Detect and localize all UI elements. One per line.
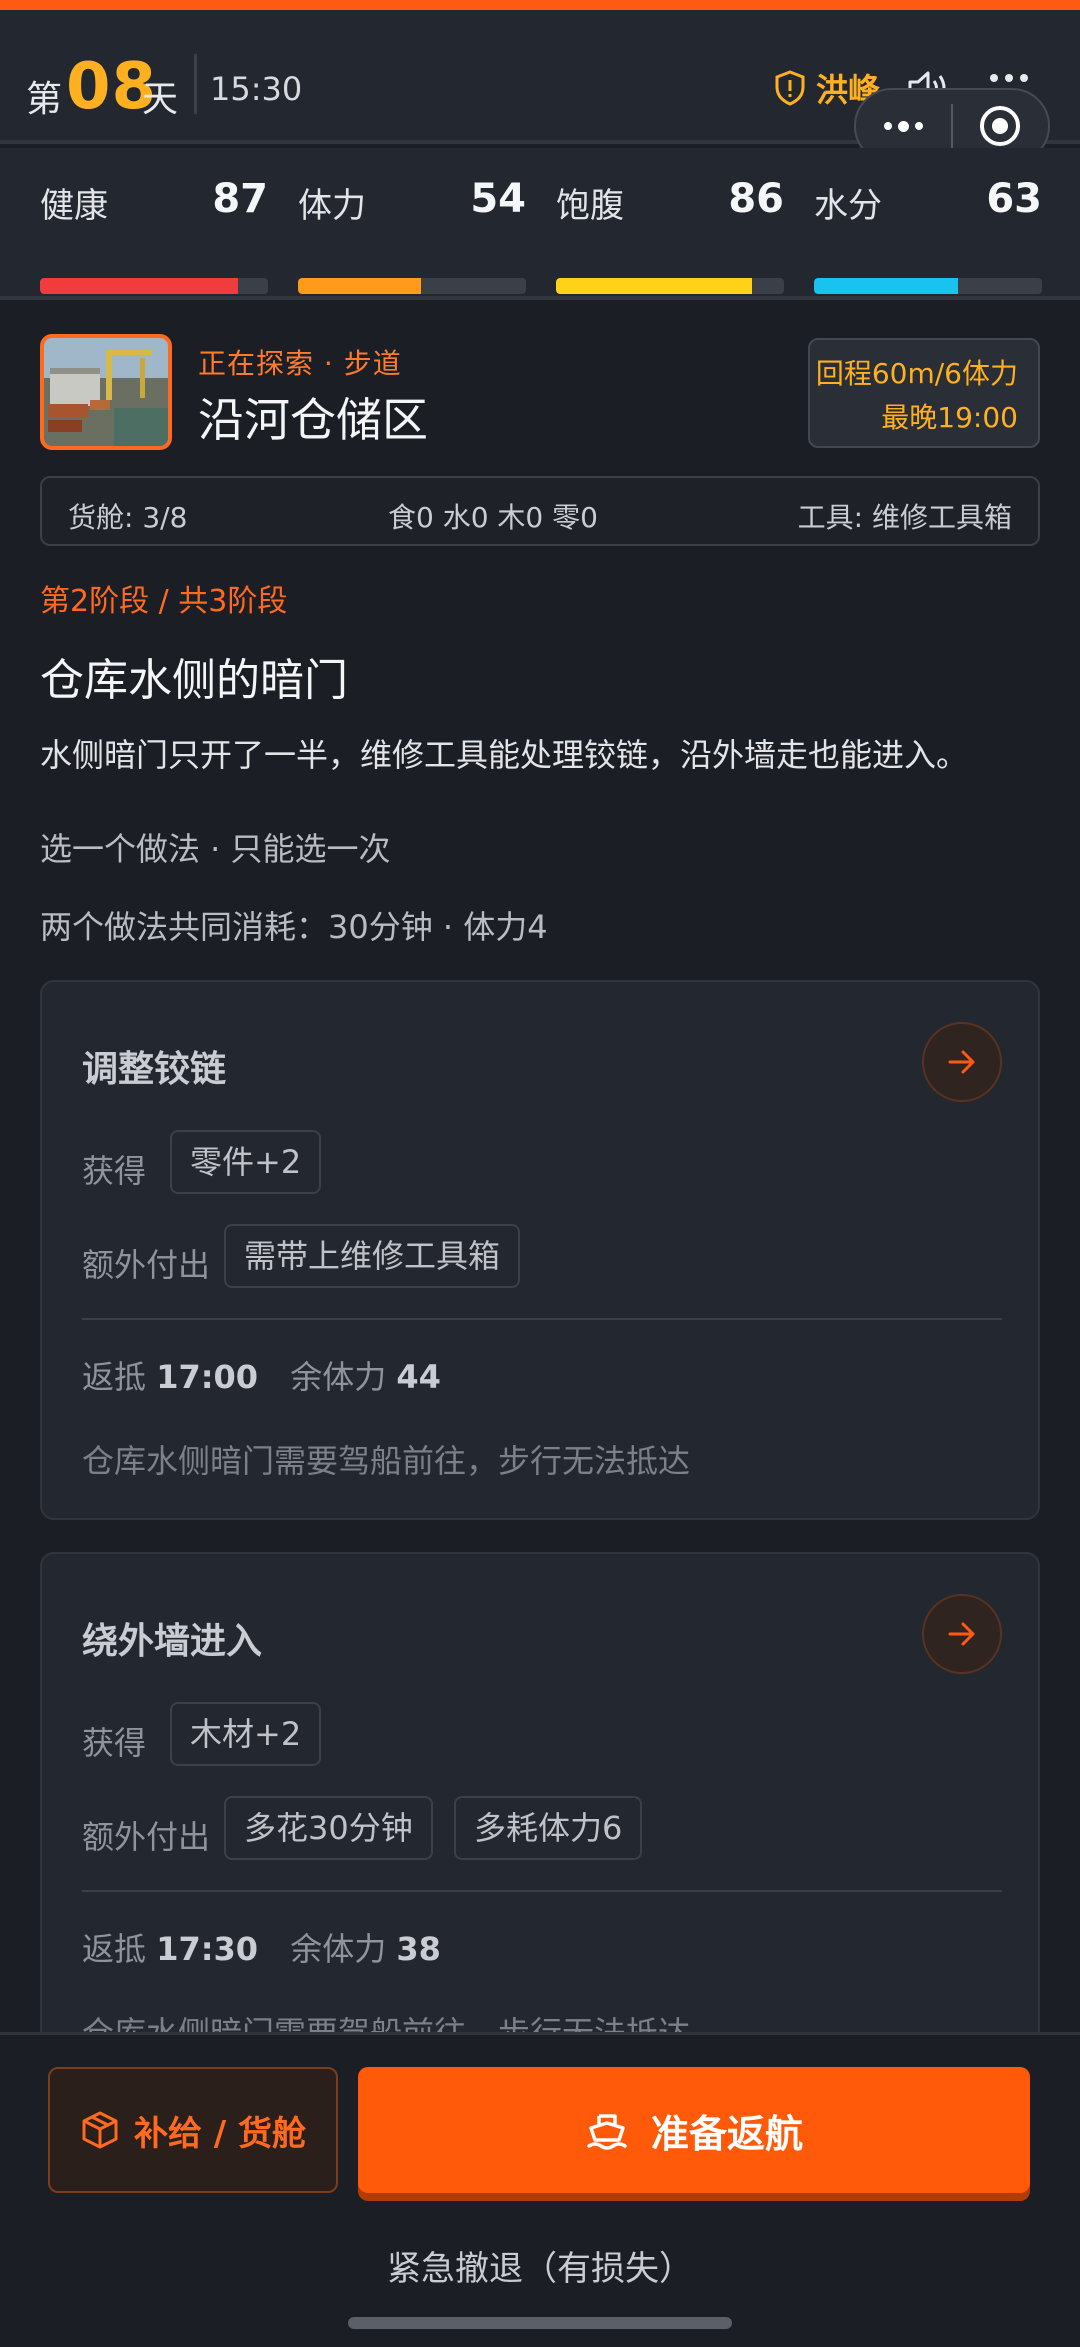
- stat-value: 86: [728, 176, 784, 222]
- event-description: 水侧暗门只开了一半，维修工具能处理铰链，沿外墙走也能进入。: [40, 736, 969, 774]
- cargo-hold: 货舱: 3/8: [68, 501, 188, 534]
- extra-cost-label: 额外付出: [82, 1818, 211, 1856]
- header-divider: [194, 54, 197, 114]
- stamina-label: 余体力: [290, 1358, 387, 1396]
- day-prefix: 第: [26, 79, 63, 120]
- top-accent-bar: [0, 0, 1080, 10]
- day-suffix: 天: [142, 79, 179, 120]
- cargo-tool: 工具: 维修工具箱: [797, 501, 1012, 534]
- stat-bar: [40, 278, 268, 294]
- location-name: 沿河仓储区: [198, 393, 428, 447]
- stat-bar-fill: [40, 278, 239, 294]
- exploring-tag: 正在探索 · 步道: [198, 347, 402, 380]
- return-meta: 返抵 17:30 余体力 38: [82, 1924, 441, 1970]
- supply-cargo-button[interactable]: 补给 / 货舱: [48, 2067, 338, 2193]
- return-label: 返抵: [82, 1358, 147, 1396]
- stat-label: 水分: [814, 186, 882, 226]
- option-title: 绕外墙进入: [82, 1621, 263, 1662]
- prepare-return-button[interactable]: 准备返航: [358, 2067, 1030, 2193]
- option-select-button[interactable]: [922, 1022, 1002, 1102]
- stat-value: 63: [986, 176, 1042, 222]
- extra-cost-chip: 需带上维修工具箱: [224, 1224, 521, 1288]
- clock-time: 15:30: [210, 70, 303, 108]
- gain-chip: 零件+2: [170, 1130, 322, 1194]
- cargo-resources: 食0 水0 木0 零0: [388, 501, 598, 534]
- stat-bar-fill: [556, 278, 753, 294]
- return-time: 17:00: [156, 1358, 259, 1396]
- arrow-right-icon: [948, 1622, 975, 1646]
- extra-cost-chip: 多耗体力6: [454, 1796, 643, 1860]
- supply-label: 补给 / 货舱: [133, 2113, 307, 2154]
- stamina-left: 38: [396, 1930, 441, 1968]
- stat-bar: [556, 278, 784, 294]
- option-select-button[interactable]: [922, 1594, 1002, 1674]
- event-title: 仓库水侧的暗门: [40, 655, 348, 706]
- extra-cost-chip: 多花30分钟: [224, 1796, 433, 1860]
- more-menu-icon[interactable]: [990, 74, 1028, 82]
- home-indicator: [348, 2317, 732, 2329]
- stat-bar: [298, 278, 526, 294]
- cargo-summary-bar: 货舱: 3/8 食0 水0 木0 零0 工具: 维修工具箱: [40, 476, 1040, 546]
- stat-value: 54: [470, 176, 526, 222]
- bottom-action-bar: 补给 / 货舱 准备返航 紧急撤退（有损失）: [0, 2032, 1080, 2347]
- shared-cost: 两个做法共同消耗：30分钟 · 体力4: [40, 908, 548, 946]
- stat-label: 体力: [298, 186, 366, 226]
- return-meta: 返抵 17:00 余体力 44: [82, 1352, 441, 1398]
- status-header: 第 08 天 15:30 洪峰: [0, 10, 1080, 164]
- stat-bar: [814, 278, 1042, 294]
- boat-icon: [587, 2114, 627, 2150]
- gain-label: 获得: [82, 1152, 147, 1190]
- gain-label: 获得: [82, 1724, 147, 1762]
- stat-bar-fill: [298, 278, 422, 294]
- stage-indicator: 第2阶段 / 共3阶段: [40, 584, 288, 619]
- card-divider: [82, 1318, 1002, 1320]
- stamina-left: 44: [396, 1358, 441, 1396]
- option-title: 调整铰链: [82, 1049, 227, 1090]
- shield-alert-icon: [775, 70, 805, 106]
- option-card-outer-wall[interactable]: 绕外墙进入 获得 木材+2 额外付出 多花30分钟 多耗体力6 返抵 17:30…: [40, 1552, 1040, 2092]
- stat-value: 87: [212, 176, 268, 222]
- location-thumbnail: [40, 334, 172, 450]
- return-label: 返抵: [82, 1930, 147, 1968]
- stamina-label: 余体力: [290, 1930, 387, 1968]
- return-time: 17:30: [156, 1930, 259, 1968]
- latest-return-time: 最晚19:00: [881, 401, 1018, 434]
- option-note: 仓库水侧暗门需要驾船前往，步行无法抵达: [82, 1442, 691, 1480]
- return-info-box: 回程60m/6体力 最晚19:00: [808, 338, 1040, 448]
- option-card-adjust-hinge[interactable]: 调整铰链 获得 零件+2 额外付出 需带上维修工具箱 返抵 17:00 余体力 …: [40, 980, 1040, 1520]
- card-divider: [82, 1890, 1002, 1892]
- extra-cost-label: 额外付出: [82, 1246, 211, 1284]
- stat-bar-fill: [814, 278, 958, 294]
- arrow-right-icon: [948, 1050, 975, 1074]
- emergency-retreat-link[interactable]: 紧急撤退（有损失）: [0, 2241, 1080, 2290]
- stat-label: 健康: [40, 186, 108, 226]
- gain-chip: 木材+2: [170, 1702, 322, 1766]
- warehouse-image: [44, 338, 168, 446]
- location-section: 正在探索 · 步道 沿河仓储区 回程60m/6体力 最晚19:00: [40, 334, 1040, 456]
- choose-hint: 选一个做法 · 只能选一次: [40, 830, 391, 868]
- record-target-icon: [980, 106, 1021, 146]
- return-label: 准备返航: [650, 2111, 803, 2156]
- stat-label: 饱腹: [556, 186, 624, 226]
- vital-stats-panel: 健康 87 体力 54 饱腹 86 水分 63: [0, 148, 1080, 300]
- return-cost: 回程60m/6体力: [815, 357, 1018, 390]
- package-box-icon: [82, 2111, 118, 2149]
